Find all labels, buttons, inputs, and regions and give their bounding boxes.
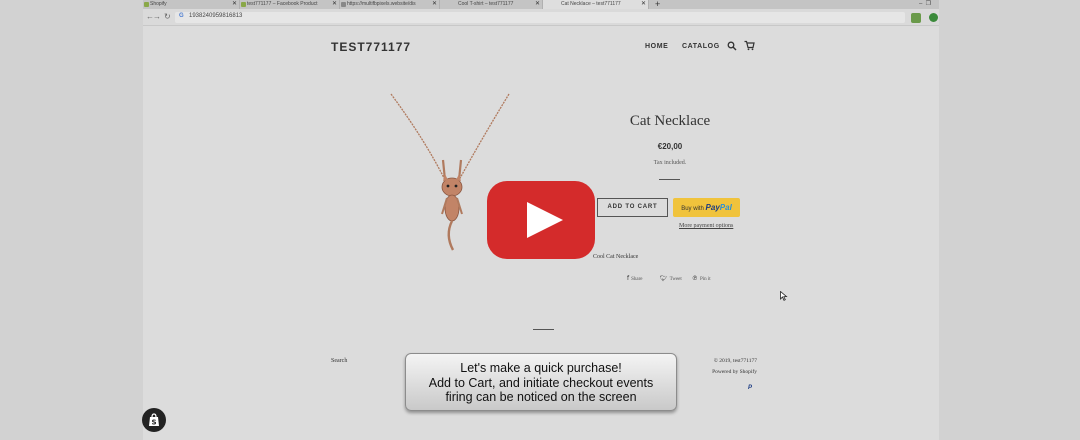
tab-cat-necklace[interactable]: Cat Necklace – test771177 ✕	[543, 0, 649, 9]
tab-cool-tshirt[interactable]: Cool T-shirt – test771177 ✕	[440, 0, 543, 9]
new-tab-button[interactable]: +	[655, 0, 660, 9]
twitter-icon: 🐦︎	[660, 275, 668, 282]
mouse-cursor-icon	[780, 291, 788, 301]
annotation-callout: Let's make a quick purchase! Add to Cart…	[405, 353, 677, 411]
shopify-favicon-icon	[241, 2, 246, 7]
tab-strip: Shopify ✕ test771177 – Facebook Product …	[143, 0, 939, 9]
svg-text:S: S	[151, 419, 156, 427]
close-icon[interactable]: ✕	[432, 0, 437, 9]
forward-icon[interactable]: →	[153, 12, 161, 21]
tab-shopify[interactable]: Shopify ✕	[143, 0, 240, 9]
tab-label: test771177 – Facebook Product	[247, 1, 318, 7]
nav-catalog-link[interactable]: CATALOG	[682, 43, 720, 50]
product-description: Cool Cat Necklace	[593, 254, 639, 260]
nav-home-link[interactable]: HOME	[645, 43, 668, 50]
tab-multifbpixels[interactable]: https://multifbpixels.website/dis ✕	[340, 0, 440, 9]
reload-icon[interactable]: ↻	[164, 12, 171, 21]
shopify-favicon-icon	[144, 2, 149, 7]
tab-label: Cool T-shirt – test771177	[458, 1, 514, 7]
search-icon[interactable]	[727, 41, 737, 51]
product-price: €20,00	[657, 142, 683, 151]
paypal-logo: PayPal	[705, 203, 732, 212]
tax-note: Tax included.	[653, 160, 687, 166]
google-icon: G	[179, 13, 184, 19]
close-icon[interactable]: ✕	[641, 0, 646, 9]
share-pinterest-link[interactable]: ℗ Pin it	[692, 275, 711, 282]
globe-icon	[341, 2, 346, 7]
address-bar-url: 1938240959816813	[189, 13, 243, 19]
tab-label: Shopify	[150, 1, 167, 7]
address-bar[interactable]: G 1938240959816813	[175, 12, 905, 23]
pinterest-icon: ℗	[692, 275, 698, 282]
paypal-prefix: Buy with	[681, 206, 704, 212]
cart-icon[interactable]	[744, 40, 755, 51]
share-twitter-link[interactable]: 🐦︎ Tweet	[660, 275, 682, 282]
extension-icon[interactable]	[929, 13, 938, 22]
share-facebook-link[interactable]: f Share	[627, 275, 643, 282]
close-icon[interactable]: ✕	[232, 0, 237, 9]
footer-search-link[interactable]: Search	[331, 358, 347, 364]
callout-line: Let's make a quick purchase!	[460, 361, 622, 375]
close-icon[interactable]: ✕	[535, 0, 540, 9]
facebook-icon: f	[627, 275, 630, 282]
close-icon[interactable]: ✕	[332, 0, 337, 9]
tab-label: Cat Necklace – test771177	[561, 1, 621, 7]
tab-label: https://multifbpixels.website/dis	[347, 1, 416, 7]
paypal-payment-icon: P	[747, 385, 752, 391]
youtube-play-icon[interactable]	[487, 181, 595, 259]
browser-toolbar: ← → ↻ G 1938240959816813	[143, 9, 939, 26]
window-controls[interactable]: – ❐	[919, 0, 931, 7]
product-title: Cat Necklace	[629, 113, 711, 129]
tab-facebook-product[interactable]: test771177 – Facebook Product ✕	[240, 0, 340, 9]
shopify-bag-icon[interactable]: S	[142, 408, 166, 432]
footer-divider	[533, 329, 554, 330]
store-logo[interactable]: TEST771177	[331, 40, 411, 54]
callout-line: Add to Cart, and initiate checkout event…	[428, 375, 654, 390]
extension-icon[interactable]	[911, 13, 921, 23]
divider	[659, 179, 680, 180]
callout-line: firing can be noticed on the screen	[445, 390, 637, 404]
add-to-cart-button[interactable]: ADD TO CART	[597, 198, 668, 217]
more-payment-options-link[interactable]: More payment options	[679, 223, 733, 229]
paypal-button[interactable]: Buy with PayPal	[673, 198, 740, 217]
